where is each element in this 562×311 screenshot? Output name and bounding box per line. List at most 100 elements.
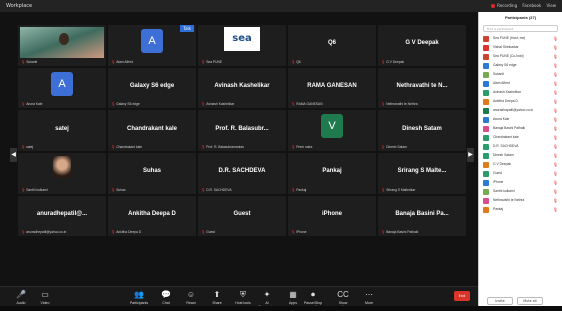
participants-button[interactable]: 👥 Participants bbox=[128, 289, 150, 305]
video-tile[interactable]: Srirang S Malte... 🎙Srirang S Maltedkar bbox=[378, 153, 466, 194]
end-button[interactable]: End bbox=[454, 291, 470, 301]
participant-row[interactable]: Guest 🎙 bbox=[479, 169, 562, 178]
muted-mic-icon[interactable]: 🎙 bbox=[553, 106, 558, 115]
video-tile[interactable]: D.R. SACHDEVA 🎙D.R. SACHDEVA bbox=[198, 153, 286, 194]
share-button[interactable]: ⬆ Share bbox=[206, 289, 228, 305]
video-tile[interactable]: Q6 🎙Q6 bbox=[288, 25, 376, 66]
more-button[interactable]: ⋯ More bbox=[358, 289, 380, 305]
tile-name-text: Sukanti bbox=[26, 59, 38, 64]
participant-row[interactable]: G V Deepak 🎙 bbox=[479, 160, 562, 169]
video-tile[interactable]: RAMA GANESAN 🎙RAMA GANESAN bbox=[288, 67, 376, 109]
participant-row[interactable]: Aruna Kale 🎙 bbox=[479, 115, 562, 124]
video-tile[interactable]: A 🎙Aruna Kale bbox=[18, 67, 106, 109]
video-tile[interactable]: Guest 🎙Guest bbox=[198, 195, 286, 237]
invite-button[interactable]: Invite bbox=[487, 297, 513, 305]
muted-mic-icon[interactable]: 🎙 bbox=[553, 97, 558, 106]
muted-mic-icon[interactable]: 🎙 bbox=[553, 124, 558, 133]
prev-page-button[interactable]: ◀ bbox=[10, 148, 17, 162]
participant-row[interactable]: Chandrakant kale 🎙 bbox=[479, 133, 562, 142]
muted-mic-icon[interactable]: 🎙 bbox=[553, 187, 558, 196]
audio-button[interactable]: 🎤 Audio bbox=[10, 289, 32, 305]
muted-mic-icon[interactable]: 🎙 bbox=[553, 169, 558, 178]
participant-row[interactable]: Sea PUNE (Host, me) 🎙 bbox=[479, 34, 562, 43]
participant-row[interactable]: Sea PUNE (Co-host) 🎙 bbox=[479, 52, 562, 61]
muted-mic-icon[interactable]: 🎙 bbox=[553, 43, 558, 52]
video-tile[interactable]: 🎙Sukanti bbox=[18, 25, 106, 66]
video-tile[interactable]: Ankitha Deepa D 🎙Ankitha Deepa D bbox=[108, 195, 196, 237]
participant-row[interactable]: Vishal Shinkarkar 🎙 bbox=[479, 43, 562, 52]
tile-name-text: Prem naira bbox=[296, 145, 313, 149]
participant-row[interactable]: iPhone 🎙 bbox=[479, 178, 562, 187]
video-tile[interactable]: V 🎙Prem naira bbox=[288, 110, 376, 151]
video-tile[interactable]: Avinash Kashelikar 🎙Avinash Kashelikar bbox=[198, 67, 286, 109]
muted-mic-icon[interactable]: 🎙 bbox=[553, 70, 558, 79]
participant-avatar bbox=[483, 98, 489, 105]
video-tile[interactable]: Suhas 🎙Suhas bbox=[108, 153, 196, 194]
apps-button[interactable]: ▦ Apps bbox=[282, 289, 304, 305]
tile-name-label: 🎙Q6 bbox=[291, 60, 301, 64]
react-button[interactable]: ☺ React bbox=[180, 289, 202, 305]
tile-display-name: RAMA GANESAN bbox=[307, 83, 357, 90]
muted-mic-icon[interactable]: 🎙 bbox=[553, 52, 558, 61]
participants-icon: 👥 bbox=[134, 290, 144, 299]
muted-mic-icon[interactable]: 🎙 bbox=[553, 79, 558, 88]
video-tile[interactable]: Prof. R. Balasubr... 🎙Prof. R. Balasubram… bbox=[198, 110, 286, 151]
chat-button[interactable]: 💬 Chat bbox=[155, 289, 177, 305]
participant-row[interactable]: Galaxy S6 edge 🎙 bbox=[479, 61, 562, 70]
participant-name: Guest bbox=[493, 171, 502, 175]
video-tile[interactable]: Pankaj 🎙Pankaj bbox=[288, 153, 376, 194]
muted-mic-icon[interactable]: 🎙 bbox=[553, 115, 558, 124]
muted-mic-icon[interactable]: 🎙 bbox=[553, 34, 558, 43]
participant-row[interactable]: Santhi kulkarni 🎙 bbox=[479, 187, 562, 196]
video-tile[interactable]: iPhone 🎙iPhone bbox=[288, 195, 376, 237]
host-tools-button[interactable]: ⛨ Host tools bbox=[232, 289, 254, 305]
muted-mic-icon[interactable]: 🎙 bbox=[553, 142, 558, 151]
view-button[interactable]: View bbox=[547, 3, 557, 8]
participant-row[interactable]: Nethravathi te Nethra 🎙 bbox=[479, 196, 562, 205]
video-tile[interactable]: Galaxy S6 edge 🎙Galaxy S6 edge bbox=[108, 67, 196, 109]
toolbar-label: Audio bbox=[16, 301, 26, 305]
mode-label[interactable]: Facebook bbox=[522, 3, 541, 8]
participant-row[interactable]: Ankitha Deepa D 🎙 bbox=[479, 97, 562, 106]
mute-all-button[interactable]: Mute all bbox=[517, 297, 543, 305]
muted-mic-icon[interactable]: 🎙 bbox=[553, 151, 558, 160]
video-tile[interactable]: G V Deepak 🎙G V Deepak bbox=[378, 25, 466, 66]
tile-display-name: Avinash Kashelikar bbox=[214, 83, 270, 90]
video-button[interactable]: ▭ Video bbox=[34, 289, 56, 305]
muted-mic-icon: 🎙 bbox=[111, 230, 116, 235]
react-icon: ☺ bbox=[186, 290, 196, 299]
video-tile[interactable]: 🎙Santhi kulkarni bbox=[18, 153, 106, 194]
participant-row[interactable]: Banaja Basini Pathaik 🎙 bbox=[479, 124, 562, 133]
video-tile[interactable]: Banaja Basini Pa... 🎙Banaja Basini Pathai… bbox=[378, 195, 466, 237]
mic-icon: 🎤 bbox=[16, 290, 26, 299]
muted-mic-icon[interactable]: 🎙 bbox=[553, 133, 558, 142]
participant-name: anuradhapatil@yahoo.co.in bbox=[493, 108, 534, 112]
participant-row[interactable]: Sukanti 🎙 bbox=[479, 70, 562, 79]
participant-row[interactable]: D.R. SACHDEVA 🎙 bbox=[479, 142, 562, 151]
participant-search-input[interactable]: Find a participant bbox=[483, 25, 558, 32]
muted-mic-icon[interactable]: 🎙 bbox=[553, 178, 558, 187]
video-tile[interactable]: Nethravathi te N... 🎙Nethravathi te Nethr… bbox=[378, 67, 466, 109]
video-tile[interactable]: sea 🎙Sea PUNE bbox=[198, 25, 286, 66]
video-tile[interactable]: Chandrakant kale 🎙Chandrakant kale bbox=[108, 110, 196, 151]
video-tile[interactable]: Dinesh Satam 🎙Dinesh Satam bbox=[378, 110, 466, 151]
muted-mic-icon: 🎙 bbox=[201, 59, 206, 64]
participant-row[interactable]: Dinesh Satam 🎙 bbox=[479, 151, 562, 160]
muted-mic-icon[interactable]: 🎙 bbox=[553, 160, 558, 169]
participant-row[interactable]: Alam Alfred 🎙 bbox=[479, 79, 562, 88]
video-tile[interactable]: satej 🎙satej bbox=[18, 110, 106, 151]
video-tile[interactable]: anuradhepatil@... 🎙anuradhepatil@yahoo.co… bbox=[18, 195, 106, 237]
recording-label[interactable]: Recording bbox=[497, 3, 517, 8]
muted-mic-icon[interactable]: 🎙 bbox=[553, 61, 558, 70]
participant-name: Alam Alfred bbox=[493, 81, 510, 85]
video-tile[interactable]: A Talk 🎙Alam Alfred bbox=[108, 25, 196, 66]
next-page-button[interactable]: ▶ bbox=[467, 148, 474, 162]
participant-row[interactable]: anuradhapatil@yahoo.co.in 🎙 bbox=[479, 106, 562, 115]
participant-row[interactable]: Avinash Kashelikar 🎙 bbox=[479, 88, 562, 97]
muted-mic-icon[interactable]: 🎙 bbox=[553, 205, 558, 214]
toolbar-label: Share bbox=[212, 301, 222, 305]
muted-mic-icon[interactable]: 🎙 bbox=[553, 88, 558, 97]
muted-mic-icon[interactable]: 🎙 bbox=[553, 196, 558, 205]
participant-row[interactable]: Pankaj 🎙 bbox=[479, 205, 562, 214]
participant-avatar bbox=[483, 179, 489, 186]
